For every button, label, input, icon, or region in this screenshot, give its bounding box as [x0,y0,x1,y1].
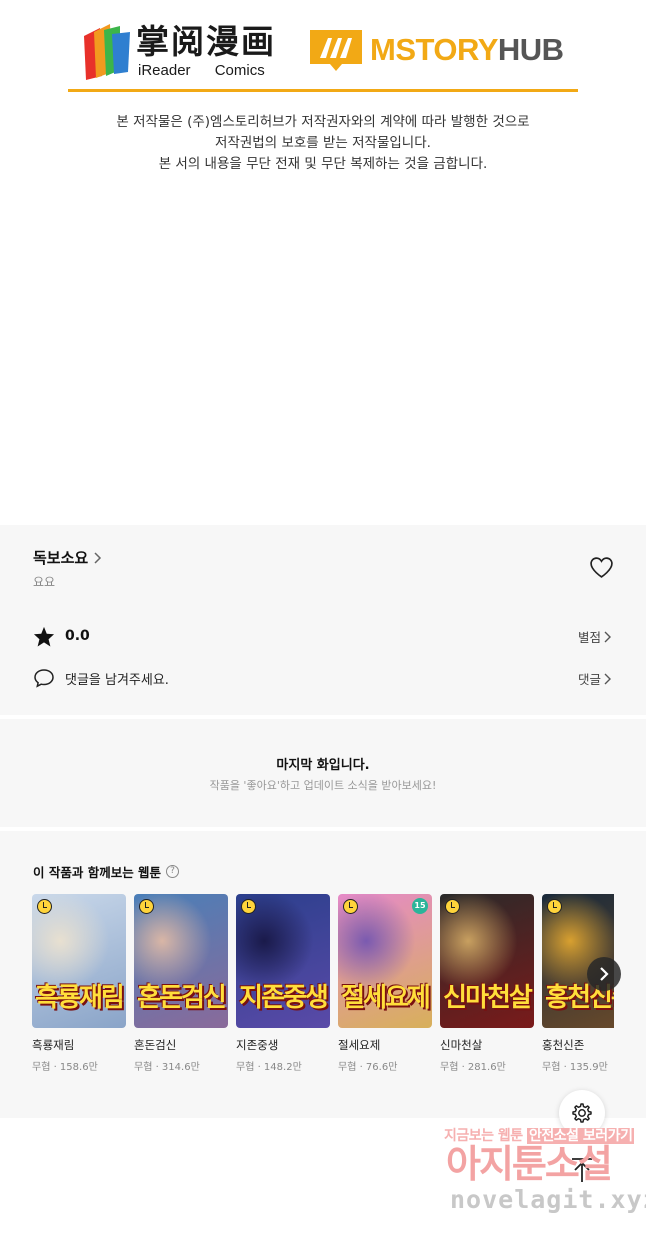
ireader-comics-logo: 掌阅漫画 iReader Comics [80,20,280,82]
mstoryhub-mark-icon [310,30,362,71]
webtoon-title[interactable]: 혼돈검신 [134,1037,176,1053]
notice-line: 저작권법의 보호를 받는 저작물입니다. [215,135,431,151]
series-title-link[interactable]: 독보소요 [33,547,102,568]
cover-title-art: 혼돈검신 [137,983,227,1013]
rating-link-label: 별점 [577,630,601,645]
cover-title-art: 흑룡재림 [35,983,125,1013]
webtoon-title[interactable]: 신마천살 [440,1037,482,1053]
clock-icon [547,899,562,914]
mstoryhub-wordmark: MSTORYHUB [370,32,564,67]
webtoon-cover: 지존중생 [236,894,330,1028]
carousel-next-button[interactable] [587,957,621,991]
rating-value: 0.0 [65,628,90,644]
webtoon-cover: 절세요제 15 [338,894,432,1028]
webtoon-title[interactable]: 홍천신존 [542,1037,584,1053]
publisher-banner: 掌阅漫画 iReader Comics MSTORYHUB 본 저작물은 (주)… [0,0,646,525]
comment-link-label: 댓글 [577,672,601,687]
recommendations-heading: 이 작품과 함께보는 웹툰 ? [33,862,180,881]
webtoon-card[interactable]: 지존중생 [236,894,330,1028]
webtoon-cover: 흑룡재림 [32,894,126,1028]
notice-line: 본 저작물은 (주)엠스토리허브가 저작권자와의 계약에 따라 발행한 것으로 [116,114,530,130]
watermark-brand: 아지툰소설 [446,1142,613,1186]
clock-icon [445,899,460,914]
cover-title-art: 신마천살 [443,983,533,1013]
heart-icon[interactable] [589,556,614,579]
webtoon-card[interactable]: 혼돈검신 [134,894,228,1028]
notice-line: 본 서의 내용을 무단 전재 및 무단 복제하는 것을 금합니다. [158,156,488,172]
ireader-chinese-wordmark: 掌阅漫画 [136,22,276,61]
comment-prompt: 댓글을 남겨주세요. [65,672,169,688]
gear-icon [572,1103,592,1123]
divider [68,89,578,92]
webtoon-meta: 무협 · 158.6만 [32,1062,98,1073]
last-episode-title: 마지막 화입니다. [276,758,370,773]
series-info-panel: 독보소요 요요 0.0 별점 댓글을 남겨주세요. 댓글 [0,525,646,715]
last-episode-panel: 마지막 화입니다. 작품을 '좋아요'하고 업데이트 소식을 받아보세요! [0,719,646,827]
clock-icon [37,899,52,914]
webtoon-meta: 무협 · 148.2만 [236,1062,302,1073]
recommendations-panel: 이 작품과 함께보는 웹툰 ? 흑룡재림 혼돈검신 지존중생 절세요제 15 신마천살 홍천… [0,831,646,1118]
recommendation-carousel[interactable]: 흑룡재림혼돈검신지존중생절세요제15신마천살홍천신존 [32,894,614,1044]
rating-link[interactable]: 별점 [578,627,613,646]
last-episode-subtitle: 작품을 '좋아요'하고 업데이트 소식을 받아보세요! [209,779,437,792]
cover-title-art: 지존중생 [239,983,329,1013]
book-logo-icon [84,24,130,80]
webtoon-title[interactable]: 절세요제 [338,1037,380,1053]
comment-row[interactable]: 댓글을 남겨주세요. 댓글 [33,667,613,689]
age-rating-badge: 15 [412,898,428,914]
clock-icon [343,899,358,914]
series-title: 독보소요 [33,549,89,567]
webtoon-meta: 무협 · 76.6만 [338,1062,398,1073]
webtoon-meta: 무협 · 281.6만 [440,1062,506,1073]
webtoon-card[interactable]: 흑룡재림 [32,894,126,1028]
comment-link[interactable]: 댓글 [578,669,613,688]
help-icon[interactable]: ? [166,865,180,878]
webtoon-title[interactable]: 흑룡재림 [32,1037,74,1053]
series-author: 요요 [33,575,56,589]
copyright-notice: 본 저작물은 (주)엠스토리허브가 저작권자와의 계약에 따라 발행한 것으로 … [0,112,646,175]
recommendations-heading-text: 이 작품과 함께보는 웹툰 [33,865,162,880]
chevron-right-icon [94,551,102,564]
watermark-url: novelagit.xyz [450,1185,646,1214]
webtoon-meta: 무협 · 314.6만 [134,1062,200,1073]
mstoryhub-logo: MSTORYHUB [308,26,578,76]
cover-title-art: 절세요제 [341,983,431,1013]
clock-icon [241,899,256,914]
speech-bubble-icon [34,669,54,688]
chevron-right-icon [604,673,611,684]
rating-row: 0.0 별점 [33,625,613,647]
star-icon [33,626,55,647]
webtoon-card[interactable]: 절세요제 15 [338,894,432,1028]
webtoon-card[interactable]: 신마천살 [440,894,534,1028]
webtoon-cover: 혼돈검신 [134,894,228,1028]
webtoon-title[interactable]: 지존중생 [236,1037,278,1053]
chevron-right-icon [600,967,609,981]
chevron-right-icon [604,631,611,642]
ireader-english-wordmark: iReader Comics [138,62,265,79]
webtoon-cover: 신마천살 [440,894,534,1028]
clock-icon [139,899,154,914]
webtoon-meta: 무협 · 135.9만 [542,1062,608,1073]
